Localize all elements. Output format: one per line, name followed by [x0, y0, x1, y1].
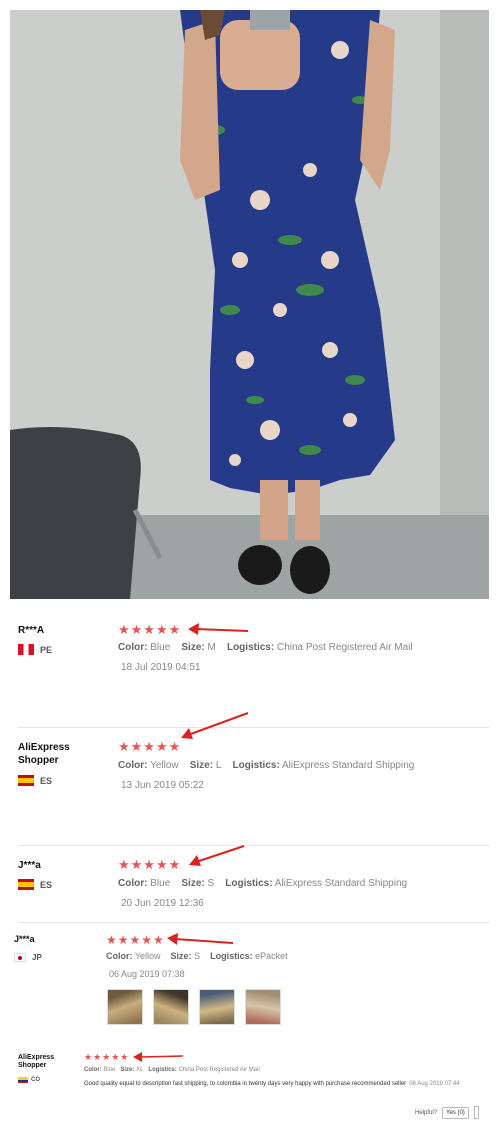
spain-flag-icon	[18, 775, 34, 786]
review-photo-thumbnail[interactable]	[107, 989, 143, 1025]
review-date: 08 Aug 2019 07:44	[409, 1081, 460, 1087]
red-arrow-annotation	[167, 933, 233, 945]
review-date: 18 Jul 2019 04:51	[121, 662, 201, 673]
review-details: Color: Yellow Size: S Logistics: ePacket	[106, 951, 288, 961]
helpful-label: Helpful?	[415, 1109, 438, 1116]
spain-flag-icon	[18, 879, 34, 890]
star-rating: ★★★★★	[118, 857, 182, 872]
reviewer-country: ES	[18, 879, 52, 890]
review-details: Color: Blue Size: M Logistics: China Pos…	[118, 642, 413, 653]
review-photo-thumbnail[interactable]	[245, 989, 281, 1025]
star-rating: ★★★★★	[84, 1052, 130, 1062]
review-photo[interactable]	[10, 10, 489, 599]
review-date: 20 Jun 2019 12:36	[121, 898, 204, 909]
star-rating: ★★★★★	[106, 933, 165, 947]
red-arrow-annotation	[189, 845, 245, 866]
japan-flag-icon	[14, 953, 26, 962]
red-arrow-annotation	[133, 1052, 183, 1062]
review-date: 06 Aug 2019 07:38	[109, 969, 185, 979]
reviewer-name: AliExpress Shopper	[18, 1054, 55, 1069]
reviewer-name: R***A	[18, 625, 45, 636]
helpful-vote: Helpful? Yes (0)	[415, 1106, 479, 1119]
reviewer-name: J***a	[14, 934, 35, 944]
review-photo-thumbnails	[107, 989, 281, 1025]
helpful-no-button[interactable]	[473, 1106, 479, 1119]
reviewer-name: J***a	[18, 860, 41, 871]
star-rating: ★★★★★	[118, 622, 182, 637]
review-details: Color: Blue Size: S Logistics: AliExpres…	[118, 878, 408, 889]
divider	[18, 922, 490, 923]
reviewer-country: PE	[18, 644, 52, 655]
divider	[18, 727, 490, 728]
review-details: Color: Yellow Size: L Logistics: AliExpr…	[118, 760, 415, 771]
peru-flag-icon	[18, 644, 34, 655]
colombia-flag-icon	[18, 1077, 28, 1083]
reviewer-country: ES	[18, 775, 52, 786]
review-text: Good quality equal to description fast s…	[84, 1081, 460, 1087]
red-arrow-annotation	[181, 712, 249, 739]
star-rating: ★★★★★	[118, 739, 182, 754]
reviewer-country: CO	[18, 1077, 40, 1083]
review-date: 13 Jun 2019 05:22	[121, 780, 204, 791]
reviewer-country: JP	[14, 953, 42, 962]
customer-photo	[10, 10, 489, 599]
review-photo-thumbnail[interactable]	[199, 989, 235, 1025]
helpful-yes-button[interactable]: Yes (0)	[442, 1106, 469, 1119]
reviewer-name: AliExpress Shopper	[18, 742, 70, 766]
divider	[18, 845, 490, 846]
review-photo-thumbnail[interactable]	[153, 989, 189, 1025]
review-details: Color: Blue Size: XL Logistics: China Po…	[84, 1067, 260, 1073]
red-arrow-annotation	[188, 623, 248, 635]
